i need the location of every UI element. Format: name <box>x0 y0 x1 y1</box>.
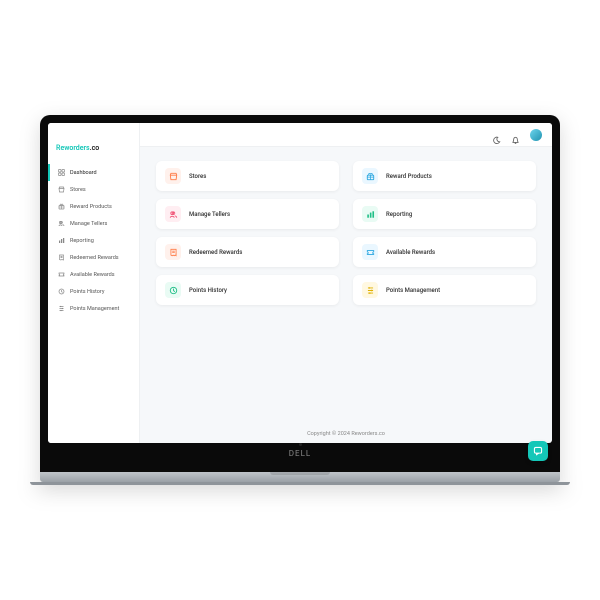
device-brand: DELL <box>48 449 552 458</box>
notifications-icon[interactable] <box>511 130 520 139</box>
topbar <box>140 123 552 147</box>
store-icon <box>58 186 65 193</box>
ticket-icon <box>58 271 65 278</box>
gift-icon <box>362 168 378 184</box>
sidebar-item-label: Redeemed Rewards <box>70 255 119 261</box>
card-redeemed-rewards[interactable]: Redeemed Rewards <box>156 237 339 267</box>
users-icon <box>165 206 181 222</box>
sliders-icon <box>58 305 65 312</box>
brand-part1: Reworders <box>56 144 90 152</box>
sidebar-item-label: Manage Tellers <box>70 221 107 227</box>
card-label: Reporting <box>386 211 412 218</box>
sidebar-item-label: Points Management <box>70 306 119 312</box>
brand-logo[interactable]: Reworders.co <box>48 131 139 162</box>
brand-part2: .co <box>90 144 100 152</box>
sidebar-item-manage-tellers[interactable]: Manage Tellers <box>48 215 139 232</box>
card-available-rewards[interactable]: Available Rewards <box>353 237 536 267</box>
grid-icon <box>58 169 65 176</box>
ticket-icon <box>362 244 378 260</box>
sliders-icon <box>362 282 378 298</box>
chart-icon <box>58 237 65 244</box>
sidebar-item-points-history[interactable]: Points History <box>48 283 139 300</box>
card-label: Redeemed Rewards <box>189 249 242 256</box>
sidebar-item-points-management[interactable]: Points Management <box>48 300 139 317</box>
card-reporting[interactable]: Reporting <box>353 199 536 229</box>
users-icon <box>58 220 65 227</box>
sidebar-item-stores[interactable]: Stores <box>48 181 139 198</box>
sidebar-item-reporting[interactable]: Reporting <box>48 232 139 249</box>
laptop-hinge <box>40 472 560 482</box>
theme-toggle-icon[interactable] <box>492 130 501 139</box>
store-icon <box>165 168 181 184</box>
dashboard-grid: Stores Reward Products Manage Tellers Repor… <box>156 161 536 305</box>
sidebar-item-dashboard[interactable]: Dashboard <box>48 164 139 181</box>
card-label: Points History <box>189 287 227 294</box>
card-label: Points Management <box>386 287 440 294</box>
laptop-base <box>30 482 570 485</box>
sidebar-item-label: Reward Products <box>70 204 112 210</box>
sidebar-item-available-rewards[interactable]: Available Rewards <box>48 266 139 283</box>
laptop-lid: Reworders.co Dashboard Stores Reward Produ… <box>40 115 560 472</box>
sidebar-item-label: Dashboard <box>70 170 97 176</box>
card-label: Manage Tellers <box>189 211 230 218</box>
dashboard-content: Stores Reward Products Manage Tellers Repor… <box>140 147 552 425</box>
receipt-icon <box>165 244 181 260</box>
card-reward-products[interactable]: Reward Products <box>353 161 536 191</box>
card-points-history[interactable]: Points History <box>156 275 339 305</box>
receipt-icon <box>58 254 65 261</box>
sidebar-item-label: Reporting <box>70 238 94 244</box>
card-label: Stores <box>189 173 206 180</box>
sidebar-item-reward-products[interactable]: Reward Products <box>48 198 139 215</box>
sidebar: Reworders.co Dashboard Stores Reward Produ… <box>48 123 140 443</box>
sidebar-item-label: Stores <box>70 187 86 193</box>
sidebar-item-redeemed-rewards[interactable]: Redeemed Rewards <box>48 249 139 266</box>
history-icon <box>58 288 65 295</box>
app-screen: Reworders.co Dashboard Stores Reward Produ… <box>48 123 552 443</box>
history-icon <box>165 282 181 298</box>
sidebar-item-label: Available Rewards <box>70 272 115 278</box>
footer-copyright: Copyright © 2024 Reworders.co <box>140 425 552 443</box>
webcam-dot <box>299 443 302 446</box>
gift-icon <box>58 203 65 210</box>
card-points-management[interactable]: Points Management <box>353 275 536 305</box>
card-manage-tellers[interactable]: Manage Tellers <box>156 199 339 229</box>
card-label: Reward Products <box>386 173 432 180</box>
chart-icon <box>362 206 378 222</box>
app-root: Reworders.co Dashboard Stores Reward Produ… <box>48 123 552 443</box>
laptop-frame: Reworders.co Dashboard Stores Reward Produ… <box>40 115 560 485</box>
sidebar-item-label: Points History <box>70 289 104 295</box>
avatar[interactable] <box>530 129 542 141</box>
card-label: Available Rewards <box>386 249 435 256</box>
main-area: Stores Reward Products Manage Tellers Repor… <box>140 123 552 443</box>
chat-fab[interactable] <box>528 441 548 443</box>
card-stores[interactable]: Stores <box>156 161 339 191</box>
